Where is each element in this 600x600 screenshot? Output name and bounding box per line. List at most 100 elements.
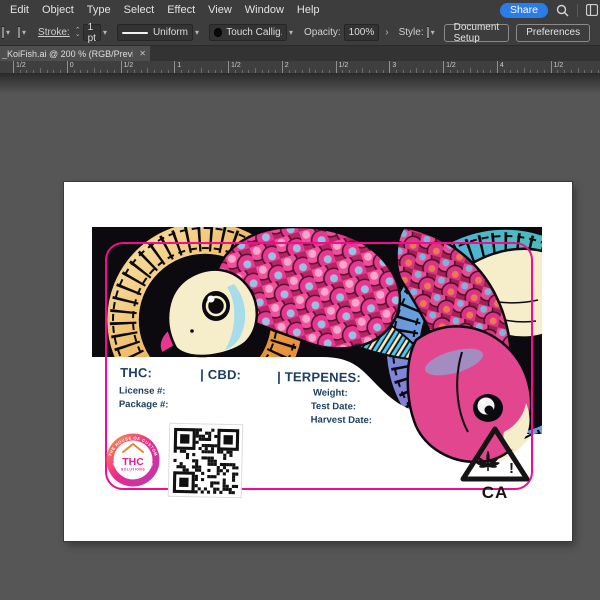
ruler-tick [450, 70, 451, 73]
style-swatch[interactable] [427, 26, 429, 39]
cbd-field-label: | CBD: [200, 367, 241, 382]
ruler-tick [356, 70, 357, 73]
thc-field-label: THC: [120, 365, 152, 380]
ruler-tick [329, 70, 330, 73]
ruler-tick [578, 68, 579, 73]
ruler-tick [571, 70, 572, 73]
ruler-tick [389, 61, 390, 73]
preferences-button[interactable]: Preferences [516, 24, 590, 42]
menu-item-window[interactable]: Window [245, 4, 293, 16]
ruler-tick [490, 70, 491, 73]
ruler-tick [430, 70, 431, 73]
ruler-tick [60, 70, 61, 73]
ruler-tick [154, 70, 155, 73]
ca-state-text: CA [482, 483, 509, 502]
control-options-bar: ▾ ▾ Stroke: ⌃⌄ 1 pt ▾ Uniform ▾ Touch Ca… [0, 20, 600, 46]
brush-chevron-icon[interactable]: ▾ [289, 28, 293, 37]
fill-color-swatch[interactable] [2, 26, 4, 39]
ruler-tick [423, 70, 424, 73]
ruler-tick [396, 70, 397, 73]
ruler-tick [40, 68, 41, 73]
document-tab[interactable]: _KoiFish.ai @ 200 % (RGB/Preview) ✕ [0, 46, 150, 61]
ruler-tick [53, 70, 54, 73]
ruler-tick [598, 70, 599, 73]
stroke-panel-link[interactable]: Stroke: [38, 27, 70, 38]
brush-preview-icon [214, 28, 222, 37]
tab-close-icon[interactable]: ✕ [139, 49, 146, 58]
ruler-tick [557, 70, 558, 73]
canvas-area[interactable]: THC: | CBD: | TERPENES: License #: Packa… [0, 74, 600, 600]
style-chevron-icon[interactable]: ▾ [431, 28, 435, 37]
horizontal-ruler[interactable]: 1/201/211/221/231/241/2 [0, 61, 600, 74]
ruler-tick [309, 68, 310, 73]
fill-chevron-icon[interactable]: ▾ [6, 28, 10, 37]
share-button[interactable]: Share [500, 3, 548, 18]
ruler-tick [147, 68, 148, 73]
package-field-label: Package #: [119, 399, 169, 411]
ruler-tick [134, 70, 135, 73]
stroke-weight-stepper[interactable]: ⌃⌄ [75, 29, 81, 37]
ruler-label: 1/2 [446, 62, 456, 69]
ruler-tick [248, 70, 249, 73]
ruler-tick [161, 70, 162, 73]
menu-item-type[interactable]: Type [87, 4, 120, 16]
ruler-tick [483, 70, 484, 73]
logo-name-text: THC [122, 456, 144, 468]
workspace-switcher-icon[interactable] [586, 4, 598, 16]
menu-item-effect[interactable]: Effect [167, 4, 204, 16]
ruler-tick [168, 70, 169, 73]
ruler-tick [416, 68, 417, 73]
ruler-tick [87, 70, 88, 73]
ruler-tick [376, 70, 377, 73]
ruler-tick [228, 61, 229, 73]
ruler-tick [524, 68, 525, 73]
ruler-label: 4 [500, 62, 504, 69]
opacity-more-chevron-icon[interactable]: › [385, 27, 388, 38]
ruler-tick [235, 70, 236, 73]
ruler-tick [497, 61, 498, 73]
ruler-tick [342, 70, 343, 73]
width-profile-chevron-icon[interactable]: ▾ [195, 28, 199, 37]
ruler-tick [80, 70, 81, 73]
width-profile-dropdown[interactable]: Uniform [117, 24, 193, 41]
menubar-divider [577, 4, 578, 17]
canvas-top-shadow [0, 74, 600, 94]
ruler-label: 3 [392, 62, 396, 69]
ruler-tick [336, 61, 337, 73]
search-icon[interactable] [556, 4, 569, 17]
stroke-color-swatch[interactable] [18, 26, 20, 39]
brush-dropdown[interactable]: Touch Callig... [209, 24, 287, 41]
ruler-tick [436, 70, 437, 73]
illustrator-window: Edit Object Type SelectEffect View Window Help… [0, 0, 600, 600]
artboard[interactable]: THC: | CBD: | TERPENES: License #: Packa… [64, 182, 572, 541]
stroke-chevron-icon[interactable]: ▾ [22, 28, 26, 37]
ruler-label: 0 [70, 62, 74, 69]
ruler-tick [201, 68, 202, 73]
ruler-label: 1/2 [124, 62, 134, 69]
ruler-tick [94, 68, 95, 73]
ruler-label: 1/2 [16, 62, 26, 69]
ruler-tick [457, 70, 458, 73]
menu-item-select[interactable]: Select [124, 4, 164, 16]
ruler-tick [477, 70, 478, 73]
ruler-tick [383, 70, 384, 73]
ruler-tick [362, 68, 363, 73]
menu-item-edit[interactable]: Edit [10, 4, 38, 16]
qr-code [168, 423, 243, 498]
menu-item-view[interactable]: View [208, 4, 241, 16]
ruler-tick [127, 70, 128, 73]
license-field-label: License #: [119, 385, 166, 396]
opacity-field[interactable]: 100% [344, 24, 380, 41]
style-label: Style: [399, 27, 424, 38]
ruler-label: 2 [285, 62, 289, 69]
menu-bar: Edit Object Type SelectEffect View Window Help… [0, 0, 600, 20]
menu-item-object[interactable]: Object [42, 4, 83, 16]
stroke-weight-chevron-icon[interactable]: ▾ [103, 28, 107, 37]
menu-item-help[interactable]: Help [297, 4, 329, 16]
ruler-tick [295, 70, 296, 73]
ruler-tick [208, 70, 209, 73]
document-setup-button[interactable]: Document Setup [444, 24, 510, 42]
opacity-label[interactable]: Opacity: [304, 27, 341, 38]
stroke-weight-field[interactable]: 1 pt [83, 24, 101, 41]
ruler-tick [174, 61, 175, 73]
